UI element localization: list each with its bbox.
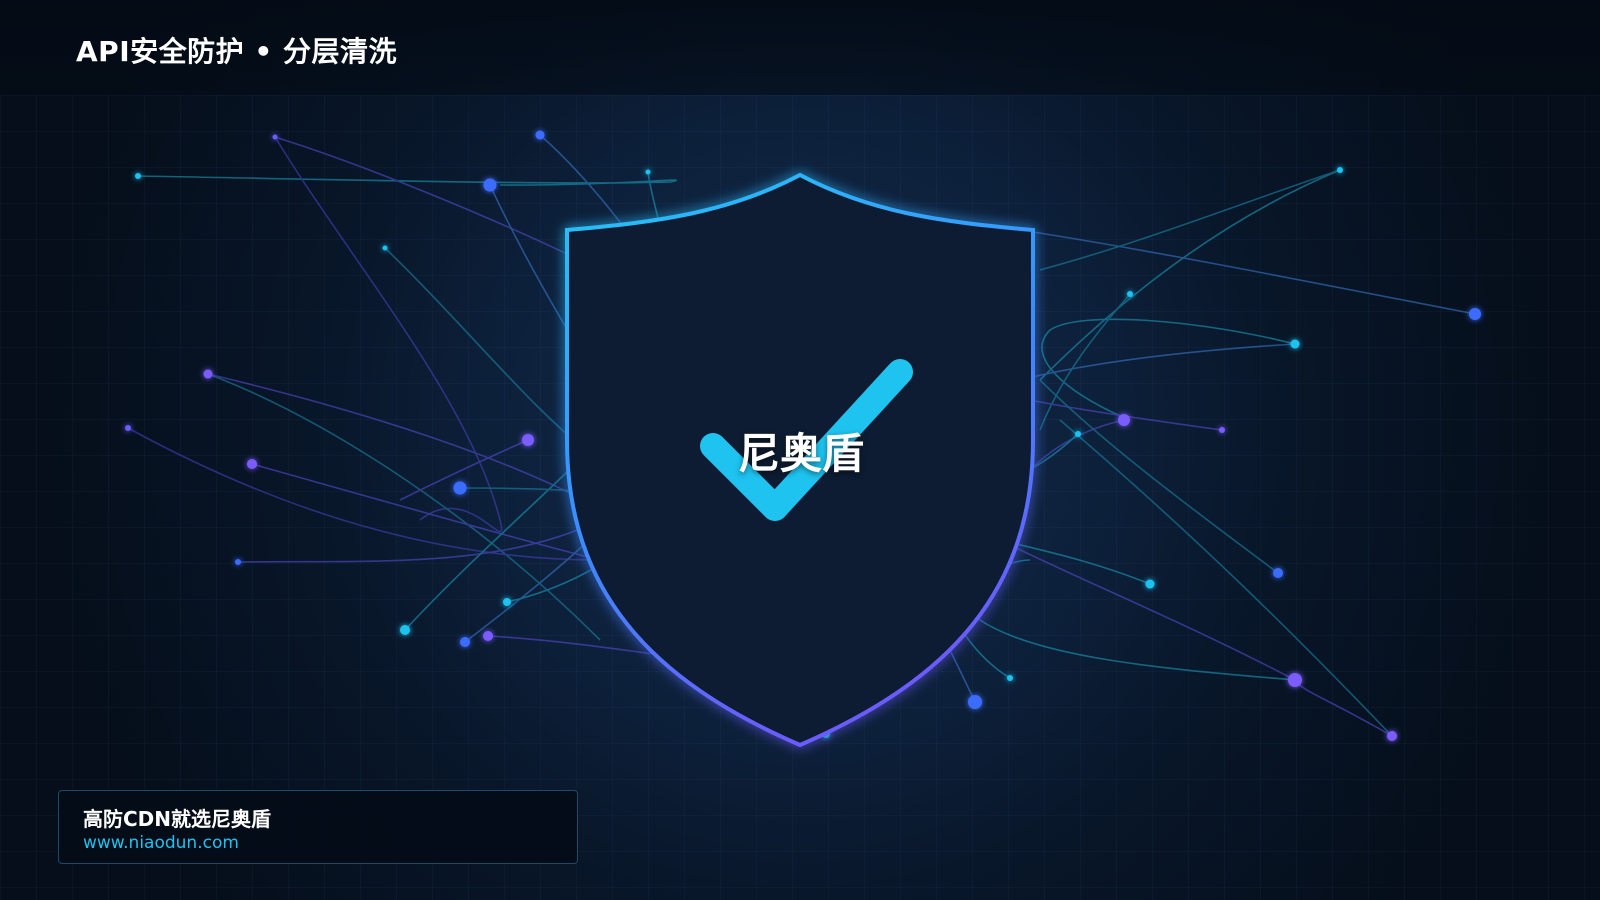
brand-name: 尼奥盾 xyxy=(737,429,864,478)
promo-title: 高防CDN就选尼奥盾 xyxy=(83,807,272,831)
promo-card: 高防CDN就选尼奥盾 www.niaodun.com xyxy=(58,790,578,864)
website-link[interactable]: www.niaodun.com xyxy=(83,833,239,853)
